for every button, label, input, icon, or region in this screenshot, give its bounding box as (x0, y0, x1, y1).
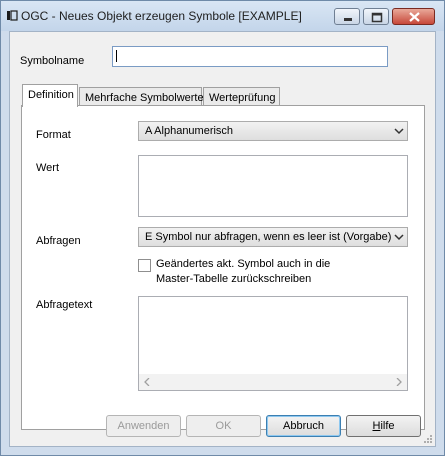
format-label: Format (36, 129, 71, 141)
abfragetext-input[interactable] (138, 296, 408, 391)
ok-button[interactable]: OK (186, 415, 261, 437)
master-tabelle-checkbox[interactable] (138, 259, 151, 272)
abfragetext-label: Abfragetext (36, 299, 93, 311)
apply-button[interactable]: Anwenden (106, 415, 181, 437)
format-select[interactable]: A Alphanumerisch (138, 121, 408, 141)
tab-definition[interactable]: Definition (22, 84, 78, 107)
abfragen-label: Abfragen (36, 235, 81, 247)
checkbox-label-line2: Master-Tabelle zurückschreiben (156, 273, 312, 285)
maximize-button[interactable] (363, 8, 389, 25)
scroll-right-icon[interactable] (395, 378, 403, 386)
symbolname-label: Symbolname (20, 55, 85, 67)
minimize-icon (344, 18, 352, 21)
chevron-down-icon (394, 234, 404, 241)
wert-input[interactable] (138, 155, 408, 217)
scroll-left-icon[interactable] (143, 378, 151, 386)
maximize-icon (371, 12, 383, 23)
abfragen-select[interactable]: E Symbol nur abfragen, wenn es leer ist … (138, 227, 408, 247)
tab-mehrfache-symbolwerte[interactable]: Mehrfache Symbolwerte (79, 87, 204, 107)
dialog-window: OGC - Neues Objekt erzeugen Symbole [EXA… (0, 0, 445, 456)
system-menu-icon[interactable] (7, 10, 18, 21)
horizontal-scrollbar[interactable] (139, 374, 407, 390)
minimize-button[interactable] (334, 8, 360, 25)
tab-wertepruefung[interactable]: Werteprüfung (203, 87, 280, 107)
help-button[interactable]: Hilfe (346, 415, 421, 437)
close-icon (409, 12, 420, 22)
dialog-client: Symbolname Definition Mehrfache Symbolwe… (9, 31, 436, 447)
wert-label: Wert (36, 162, 60, 174)
definition-panel: Format A Alphanumerisch Wert Abfragen E … (21, 105, 425, 430)
text-caret (116, 50, 117, 62)
cancel-button[interactable]: Abbruch (266, 415, 341, 437)
title-bar[interactable]: OGC - Neues Objekt erzeugen Symbole [EXA… (1, 1, 444, 31)
checkbox-label-line1: Geändertes akt. Symbol auch in die (156, 258, 331, 270)
symbolname-input[interactable] (112, 46, 388, 67)
resize-grip-icon[interactable] (423, 434, 433, 444)
chevron-down-icon (394, 128, 404, 135)
window-title: OGC - Neues Objekt erzeugen Symbole [EXA… (21, 9, 302, 23)
close-button[interactable] (392, 8, 435, 25)
